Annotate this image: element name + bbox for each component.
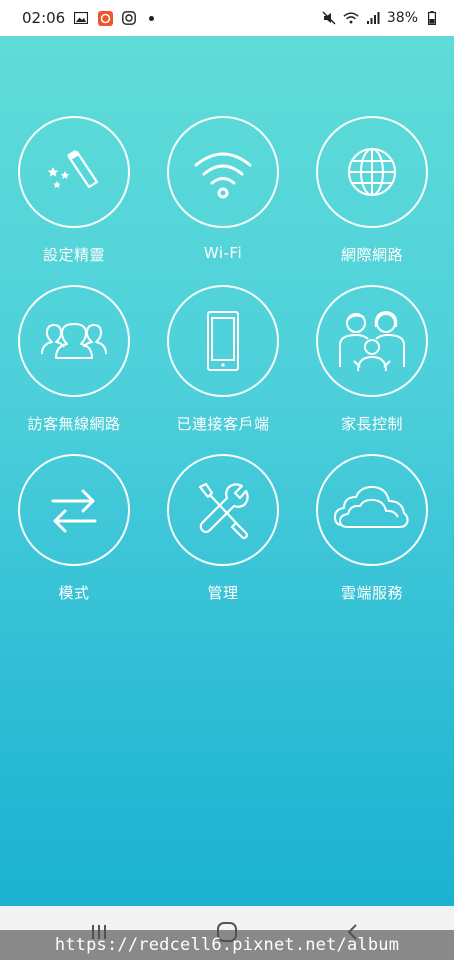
tile-circle	[167, 285, 279, 397]
signal-icon	[365, 10, 381, 26]
guests-icon	[41, 323, 107, 359]
tile-label: 雲端服務	[340, 584, 403, 602]
tile-label: 設定精靈	[42, 246, 105, 264]
tile-circle	[316, 285, 428, 397]
tile-label: 模式	[58, 584, 90, 602]
family-icon	[339, 311, 405, 372]
tile-label: 訪客無線網路	[27, 415, 121, 433]
tile-management[interactable]: 管理	[148, 454, 298, 614]
tile-circle	[316, 116, 428, 228]
tile-connected-clients[interactable]: 已連接客戶端	[148, 285, 298, 445]
tile-circle	[18, 116, 130, 228]
gallery-icon	[73, 10, 89, 26]
tile-setup-wizard[interactable]: 設定精靈	[0, 116, 149, 276]
cloud-icon	[334, 486, 409, 528]
notification-dot	[149, 15, 155, 21]
status-bar: 02:06 38%	[0, 0, 454, 36]
tile-label: 已連接客戶端	[176, 415, 270, 433]
tile-wifi[interactable]: Wi-Fi	[148, 116, 298, 276]
watermark-url: https://redcell6.pixnet.net/album	[0, 930, 454, 960]
globe-icon	[348, 148, 396, 196]
app-notification-icon	[97, 10, 113, 26]
tile-label: 網際網路	[340, 246, 403, 264]
status-time: 02:06	[22, 9, 66, 27]
instagram-icon	[121, 10, 137, 26]
tile-label: Wi-Fi	[203, 244, 243, 262]
phone-icon	[207, 311, 239, 371]
wifi-icon	[194, 152, 252, 199]
tile-guest-network[interactable]: 訪客無線網路	[0, 285, 149, 445]
tile-label: 管理	[207, 584, 239, 602]
mute-icon	[321, 10, 337, 26]
main-panel: 設定精靈 Wi-Fi 網際網路 訪客無線網路 已連接客戶端 家長控制 模式 管理…	[0, 36, 454, 906]
wifi-status-icon	[343, 10, 359, 26]
tile-parental-controls[interactable]: 家長控制	[297, 285, 447, 445]
tile-mode[interactable]: 模式	[0, 454, 149, 614]
tile-circle	[167, 454, 279, 566]
tile-circle	[316, 454, 428, 566]
battery-percent: 38%	[386, 10, 418, 26]
tile-circle	[167, 116, 279, 228]
magic-wand-icon	[47, 150, 99, 189]
tile-cloud-service[interactable]: 雲端服務	[297, 454, 447, 614]
switch-arrows-icon	[51, 489, 97, 533]
tile-internet[interactable]: 網際網路	[297, 116, 447, 276]
status-left: 02:06	[22, 9, 155, 27]
tile-label: 家長控制	[340, 415, 403, 433]
tile-circle	[18, 285, 130, 397]
tile-circle	[18, 454, 130, 566]
battery-icon	[424, 10, 440, 26]
tools-icon	[198, 482, 249, 540]
status-right: 38%	[321, 10, 440, 26]
